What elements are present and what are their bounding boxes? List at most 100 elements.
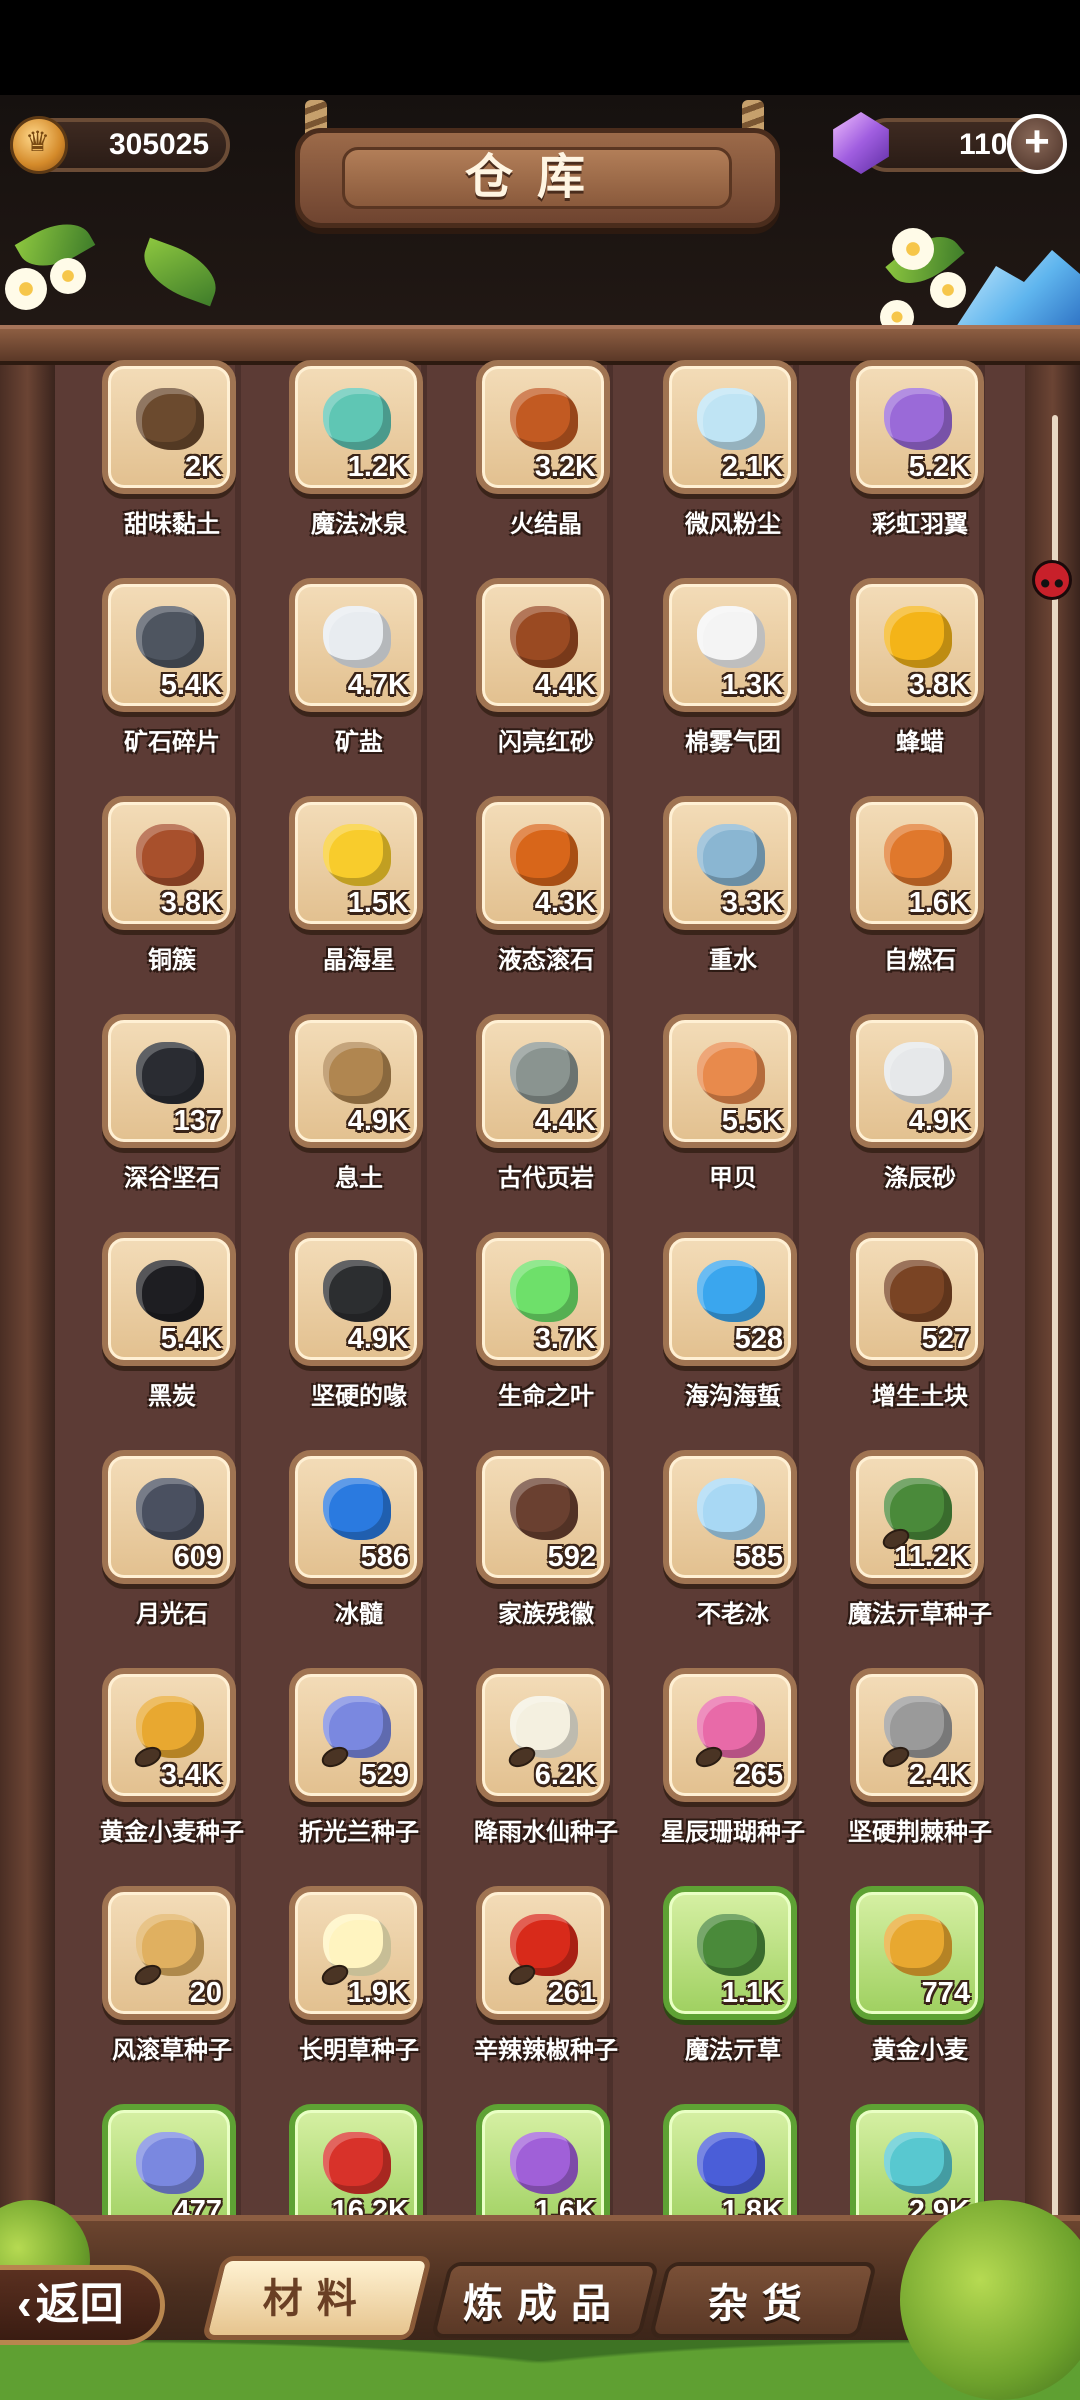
inventory-item[interactable]: 137 深谷坚石 bbox=[102, 1014, 242, 1199]
item-name: 彩虹羽翼 bbox=[872, 511, 968, 538]
item-slot[interactable]: 4.3K bbox=[476, 796, 610, 930]
item-slot[interactable]: 4.9K bbox=[289, 1232, 423, 1366]
item-slot[interactable]: 1.5K bbox=[289, 796, 423, 930]
moonstone-icon bbox=[130, 1470, 210, 1550]
item-slot[interactable]: 265 bbox=[663, 1668, 797, 1802]
item-slot[interactable]: 586 bbox=[289, 1450, 423, 1584]
item-slot[interactable]: 20 bbox=[102, 1886, 236, 2020]
item-slot[interactable]: 6.2K bbox=[476, 1668, 610, 1802]
item-slot[interactable]: 261 bbox=[476, 1886, 610, 2020]
everbright-seed-icon bbox=[317, 1906, 397, 1990]
inventory-item[interactable]: 261 辛辣辣椒种子 bbox=[474, 1886, 618, 2071]
star-icon bbox=[317, 816, 397, 896]
item-slot[interactable]: 529 bbox=[289, 1668, 423, 1802]
inventory-item[interactable]: 2.4K 坚硬荆棘种子 bbox=[848, 1668, 992, 1853]
item-name: 坚硬荆棘种子 bbox=[848, 1819, 992, 1846]
inventory-item[interactable]: 5.4K 矿石碎片 bbox=[102, 578, 242, 763]
item-slot[interactable]: 3.4K bbox=[102, 1668, 236, 1802]
item-slot[interactable]: 1.6K bbox=[850, 796, 984, 930]
item-slot[interactable]: 2.4K bbox=[850, 1668, 984, 1802]
item-slot[interactable]: 2K bbox=[102, 360, 236, 494]
inventory-item[interactable]: 4.9K 涤辰砂 bbox=[850, 1014, 990, 1199]
item-slot[interactable]: 609 bbox=[102, 1450, 236, 1584]
item-slot[interactable]: 4.9K bbox=[850, 1014, 984, 1148]
tab-materials[interactable]: 材料 bbox=[201, 2256, 433, 2340]
item-slot[interactable]: 585 bbox=[663, 1450, 797, 1584]
item-slot[interactable]: 4.7K bbox=[289, 578, 423, 712]
inventory-item[interactable]: 3.2K 火结晶 bbox=[476, 360, 616, 545]
item-slot[interactable]: 1.3K bbox=[663, 578, 797, 712]
tab-goods[interactable]: 杂货 bbox=[648, 2262, 878, 2338]
inventory-item[interactable]: 4.4K 闪亮红砂 bbox=[476, 578, 616, 763]
item-count: 2.4K bbox=[908, 1759, 970, 1791]
inventory-item[interactable]: 3.7K 生命之叶 bbox=[476, 1232, 616, 1417]
tab-crafted[interactable]: 炼成品 bbox=[430, 2262, 660, 2338]
inventory-item[interactable]: 20 风滚草种子 bbox=[102, 1886, 242, 2071]
inventory-item[interactable]: 592 家族残徽 bbox=[476, 1450, 616, 1635]
item-slot[interactable]: 1.9K bbox=[289, 1886, 423, 2020]
inventory-item[interactable]: 5.4K 黑炭 bbox=[102, 1232, 242, 1417]
item-slot[interactable]: 1.1K bbox=[663, 1886, 797, 2020]
inventory-item[interactable]: 2.1K 微风粉尘 bbox=[663, 360, 803, 545]
item-slot[interactable]: 137 bbox=[102, 1014, 236, 1148]
item-slot[interactable]: 5.4K bbox=[102, 578, 236, 712]
shale-icon bbox=[504, 1034, 584, 1114]
heavy-water-icon bbox=[691, 816, 771, 896]
inventory-item[interactable]: 585 不老冰 bbox=[663, 1450, 803, 1635]
inventory-item[interactable]: 4.4K 古代页岩 bbox=[476, 1014, 616, 1199]
item-slot[interactable]: 3.8K bbox=[850, 578, 984, 712]
item-slot[interactable]: 5.5K bbox=[663, 1014, 797, 1148]
inventory-item[interactable]: 528 海沟海蜇 bbox=[663, 1232, 803, 1417]
item-name: 黄金小麦 bbox=[872, 2037, 968, 2064]
inventory-item[interactable]: 4.9K 息土 bbox=[289, 1014, 429, 1199]
inventory-item[interactable]: 4.9K 坚硬的喙 bbox=[289, 1232, 429, 1417]
item-count: 3.3K bbox=[721, 887, 783, 919]
item-slot[interactable]: 592 bbox=[476, 1450, 610, 1584]
inventory-item[interactable]: 4.7K 矿盐 bbox=[289, 578, 429, 763]
item-slot[interactable]: 774 bbox=[850, 1886, 984, 2020]
inventory-item[interactable]: 6.2K 降雨水仙种子 bbox=[474, 1668, 618, 1853]
item-slot[interactable]: 4.9K bbox=[289, 1014, 423, 1148]
item-slot[interactable]: 11.2K bbox=[850, 1450, 984, 1584]
item-slot[interactable]: 2.1K bbox=[663, 360, 797, 494]
inventory-item[interactable]: 529 折光兰种子 bbox=[289, 1668, 429, 1853]
inventory-item[interactable]: 774 黄金小麦 bbox=[850, 1886, 990, 2071]
item-slot[interactable]: 3.2K bbox=[476, 360, 610, 494]
item-slot[interactable]: 5.2K bbox=[850, 360, 984, 494]
inventory-item[interactable]: 3.8K 蜂蜡 bbox=[850, 578, 990, 763]
item-count: 529 bbox=[360, 1759, 409, 1791]
inventory-item[interactable]: 1.1K 魔法亓草 bbox=[663, 1886, 803, 2071]
item-slot[interactable]: 4.4K bbox=[476, 1014, 610, 1148]
inventory-item[interactable]: 3.8K 铜簇 bbox=[102, 796, 242, 981]
back-button[interactable]: ‹返回 bbox=[0, 2265, 165, 2345]
inventory-item[interactable]: 265 星辰珊瑚种子 bbox=[661, 1668, 805, 1853]
item-slot[interactable]: 527 bbox=[850, 1232, 984, 1366]
item-slot[interactable]: 5.4K bbox=[102, 1232, 236, 1366]
inventory-item[interactable]: 1.2K 魔法冰泉 bbox=[289, 360, 429, 545]
item-slot[interactable]: 4.4K bbox=[476, 578, 610, 712]
inventory-item[interactable]: 1.6K 自燃石 bbox=[850, 796, 990, 981]
inventory-item[interactable]: 2K 甜味黏土 bbox=[102, 360, 242, 545]
inventory-item[interactable]: 5.5K 甲贝 bbox=[663, 1014, 803, 1199]
item-slot[interactable]: 3.7K bbox=[476, 1232, 610, 1366]
inventory-item[interactable]: 5.2K 彩虹羽翼 bbox=[850, 360, 990, 545]
ice-marrow-icon bbox=[317, 1470, 397, 1550]
inventory-item[interactable]: 11.2K 魔法亓草种子 bbox=[848, 1450, 992, 1635]
inventory-item[interactable]: 1.9K 长明草种子 bbox=[289, 1886, 429, 2071]
lava-rock-icon bbox=[504, 816, 584, 896]
item-slot[interactable]: 3.8K bbox=[102, 796, 236, 930]
item-name: 涤辰砂 bbox=[884, 1165, 956, 1192]
inventory-item[interactable]: 609 月光石 bbox=[102, 1450, 242, 1635]
inventory-item[interactable]: 3.4K 黄金小麦种子 bbox=[100, 1668, 244, 1853]
item-slot[interactable]: 3.3K bbox=[663, 796, 797, 930]
inventory-item[interactable]: 3.3K 重水 bbox=[663, 796, 803, 981]
inventory-item[interactable]: 586 冰髓 bbox=[289, 1450, 429, 1635]
inventory-item[interactable]: 1.5K 晶海星 bbox=[289, 796, 429, 981]
item-slot[interactable]: 1.2K bbox=[289, 360, 423, 494]
inventory-item[interactable]: 1.3K 棉雾气团 bbox=[663, 578, 803, 763]
inventory-item[interactable]: 4.3K 液态滚石 bbox=[476, 796, 616, 981]
item-count: 4.4K bbox=[534, 669, 596, 701]
inventory-item[interactable]: 527 增生土块 bbox=[850, 1232, 990, 1417]
eternal-ice-icon bbox=[691, 1470, 771, 1550]
item-slot[interactable]: 528 bbox=[663, 1232, 797, 1366]
